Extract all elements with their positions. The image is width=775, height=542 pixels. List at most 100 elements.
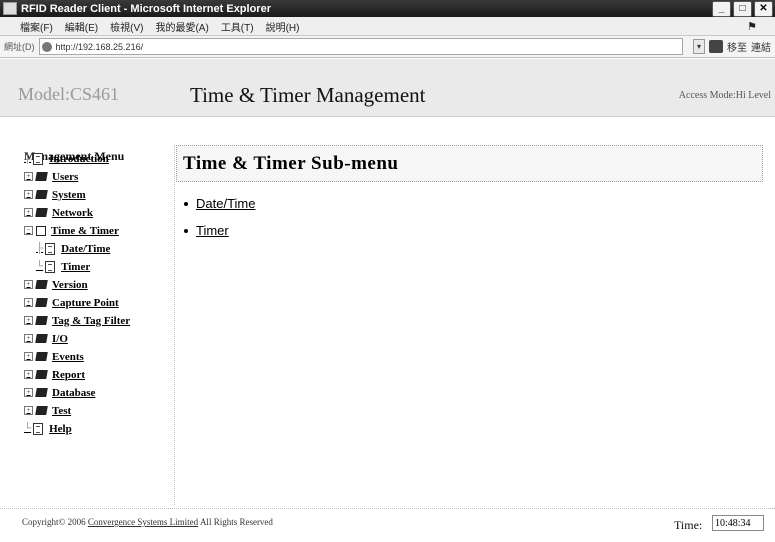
sidebar-item-events[interactable]: + Events	[24, 348, 84, 365]
page-icon	[41, 41, 52, 52]
page-icon	[45, 242, 56, 255]
sidebar-item-label: Introduction	[49, 152, 109, 165]
expand-icon[interactable]: +	[24, 316, 33, 325]
bullet-icon	[184, 201, 188, 206]
rights-text: All Rights Reserved	[199, 517, 273, 527]
expand-icon[interactable]: +	[24, 190, 33, 199]
submenu-header: Time & Timer Sub-menu	[176, 145, 763, 182]
copyright-text: Copyright© 2006 Convergence Systems Limi…	[22, 517, 273, 527]
bullet-icon	[184, 228, 188, 233]
expand-icon[interactable]: +	[24, 298, 33, 307]
address-label: 網址(D)	[4, 42, 35, 52]
open-book-icon	[36, 225, 46, 236]
book-icon	[35, 172, 48, 181]
links-button[interactable]: 連結	[751, 39, 771, 54]
book-icon	[35, 334, 48, 343]
address-dropdown-button[interactable]: ▾	[693, 39, 705, 54]
company-link[interactable]: Convergence Systems Limited	[88, 517, 198, 527]
address-bar: 網址(D) http://192.168.25.216/ ▾ 移至 連結	[0, 36, 775, 58]
expand-icon[interactable]: +	[24, 334, 33, 343]
sidebar-item-introduction[interactable]: ├ Introduction	[24, 150, 109, 167]
address-url: http://192.168.25.216/	[55, 41, 144, 52]
sidebar-item-label: System	[52, 188, 86, 201]
book-icon	[35, 280, 48, 289]
window-controls: _ □ ✕	[712, 1, 773, 17]
menu-tools[interactable]: 工具(T)	[221, 19, 254, 34]
list-item: Timer	[184, 223, 229, 238]
main-content: Time & Timer Sub-menu Date/Time Timer	[176, 145, 775, 505]
access-mode-label: Access Mode:Hi Level	[678, 90, 771, 101]
copyright-prefix: Copyright© 2006	[22, 517, 86, 527]
sidebar-item-label: Test	[52, 404, 72, 417]
date-time-link[interactable]: Date/Time	[196, 196, 255, 211]
model-label: Model:CS461	[18, 84, 120, 104]
sidebar-item-io[interactable]: + I/O	[24, 330, 68, 347]
expand-icon[interactable]: +	[24, 370, 33, 379]
close-button[interactable]: ✕	[754, 1, 773, 17]
sidebar-item-test[interactable]: + Test	[24, 402, 71, 419]
menu-help[interactable]: 說明(H)	[266, 19, 300, 34]
sidebar-item-system[interactable]: + System	[24, 186, 86, 203]
expand-icon[interactable]: +	[24, 208, 33, 217]
sidebar-item-database[interactable]: + Database	[24, 384, 95, 401]
sidebar-item-help[interactable]: └ Help	[24, 420, 72, 437]
sidebar-item-version[interactable]: + Version	[24, 276, 88, 293]
book-icon	[35, 316, 48, 325]
time-field: 10:48:34	[712, 515, 764, 531]
menu-favorites[interactable]: 我的最愛(A)	[155, 19, 208, 34]
expand-icon[interactable]: +	[24, 406, 33, 415]
sidebar-item-label: Timer	[61, 260, 91, 273]
expand-icon[interactable]: +	[24, 172, 33, 181]
window-title: RFID Reader Client - Microsoft Internet …	[21, 2, 271, 15]
book-icon	[35, 208, 48, 217]
list-item: Date/Time	[184, 196, 255, 211]
page-title: Time & Timer Management	[190, 83, 426, 107]
sidebar-item-time-timer[interactable]: − Time & Timer	[24, 222, 119, 239]
sidebar-item-label: Users	[52, 170, 79, 183]
menu-file[interactable]: 檔案(F)	[20, 19, 53, 34]
sidebar-item-label: Capture Point	[52, 296, 119, 309]
ie-app-icon	[3, 2, 17, 15]
sidebar-item-label: Events	[52, 350, 84, 363]
minimize-button[interactable]: _	[712, 1, 731, 17]
sidebar-item-label: Network	[52, 206, 93, 219]
book-icon	[35, 190, 48, 199]
windows-flag-icon: ⚑	[747, 21, 757, 33]
footer-divider	[0, 508, 775, 509]
sidebar-item-report[interactable]: + Report	[24, 366, 85, 383]
sidebar-item-timer[interactable]: └ Timer	[36, 258, 90, 275]
sidebar-item-tag-filter[interactable]: + Tag & Tag Filter	[24, 312, 130, 329]
page-icon	[45, 260, 56, 273]
menu-edit[interactable]: 編輯(E)	[65, 19, 98, 34]
time-label: Time:	[674, 518, 703, 532]
sidebar-item-users[interactable]: + Users	[24, 168, 78, 185]
sidebar-item-network[interactable]: + Network	[24, 204, 93, 221]
go-arrow-icon[interactable]	[709, 40, 723, 53]
go-button[interactable]: 移至	[727, 39, 747, 54]
browser-menu-bar: 檔案(F) 編輯(E) 檢視(V) 我的最愛(A) 工具(T) 說明(H) ⚑	[0, 17, 775, 36]
book-icon	[35, 352, 48, 361]
book-icon	[35, 298, 48, 307]
maximize-button[interactable]: □	[733, 1, 752, 17]
sidebar-item-label: Time & Timer	[51, 224, 119, 237]
sidebar-item-label: Version	[52, 278, 88, 291]
expand-icon[interactable]: +	[24, 388, 33, 397]
sidebar-item-label: Database	[52, 386, 96, 399]
submenu-title: Time & Timer Sub-menu	[183, 153, 399, 174]
window-title-bar: RFID Reader Client - Microsoft Internet …	[0, 0, 775, 17]
sidebar-item-date-time[interactable]: ├ Date/Time	[36, 240, 110, 257]
sidebar-item-label: Date/Time	[61, 242, 111, 255]
sidebar-item-label: Report	[52, 368, 85, 381]
menu-view[interactable]: 檢視(V)	[110, 19, 143, 34]
sidebar-item-capture-point[interactable]: + Capture Point	[24, 294, 119, 311]
address-input[interactable]: http://192.168.25.216/	[38, 38, 683, 55]
expand-icon[interactable]: +	[24, 280, 33, 289]
collapse-icon[interactable]: −	[24, 226, 33, 235]
timer-link[interactable]: Timer	[196, 223, 229, 238]
page-icon	[33, 422, 44, 435]
expand-icon[interactable]: +	[24, 352, 33, 361]
sidebar-item-label: I/O	[52, 332, 68, 345]
address-actions: ▾ 移至 連結	[693, 39, 771, 54]
book-icon	[35, 370, 48, 379]
sidebar-item-label: Tag & Tag Filter	[52, 314, 131, 327]
